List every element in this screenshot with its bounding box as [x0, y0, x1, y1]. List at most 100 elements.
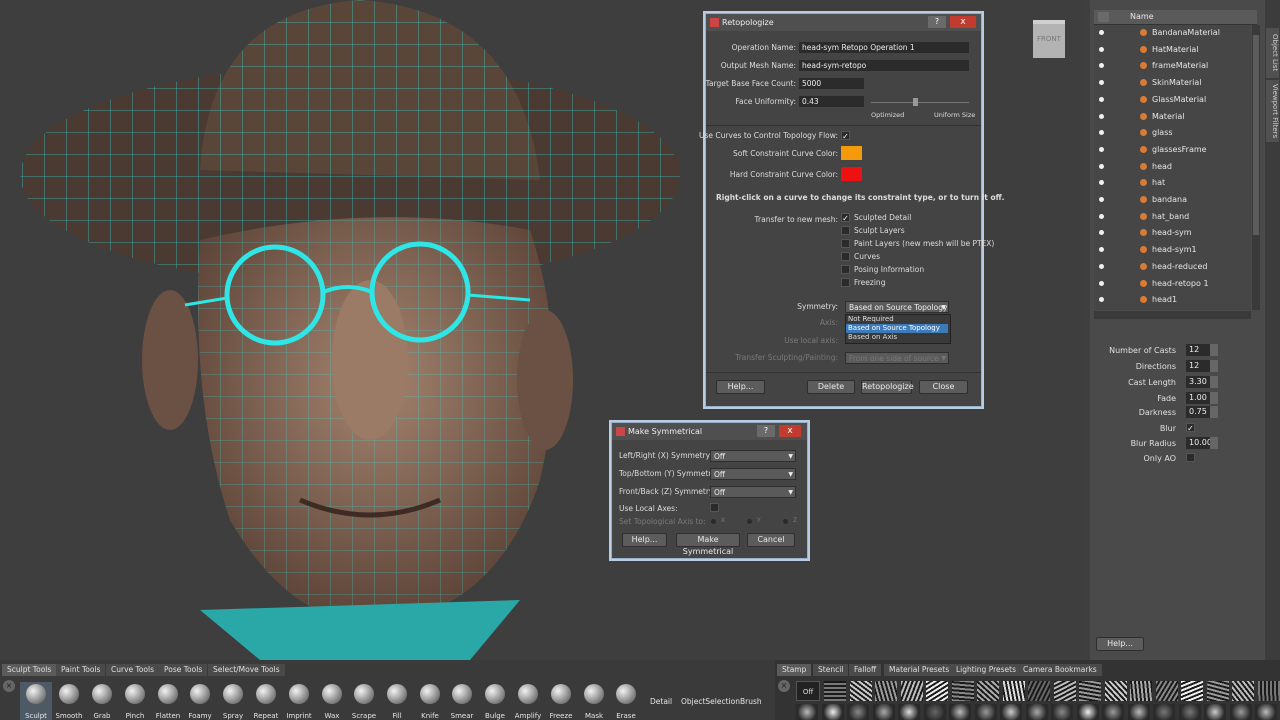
transfer-checkbox[interactable] [841, 239, 850, 248]
symmetry-dropdown[interactable]: Based on Source Topology ▼ [845, 301, 949, 313]
make-symmetrical-button[interactable]: Make Symmetrical [676, 533, 740, 556]
spinner-icon[interactable] [1210, 392, 1218, 404]
outliner-row[interactable]: BandanaMaterial [1094, 25, 1251, 41]
tool-scrape[interactable]: Scrape [348, 682, 380, 720]
stamp-swatch[interactable] [1127, 704, 1150, 720]
tab-pose-tools[interactable]: Pose Tools [159, 664, 208, 676]
close-stamp-icon[interactable]: × [778, 680, 790, 692]
tab-stamp[interactable]: Stamp [777, 664, 812, 676]
stamp-swatch[interactable] [1206, 681, 1229, 701]
tool-flatten[interactable]: Flatten [152, 682, 184, 720]
outliner-list[interactable]: BandanaMaterial HatMaterial frameMaterial S… [1094, 25, 1251, 310]
tab-sculpt-tools[interactable]: Sculpt Tools [2, 664, 57, 676]
outliner-name-column[interactable]: Name [1130, 12, 1154, 21]
symmetry-axis-dropdown[interactable]: Off ▼ [710, 450, 796, 462]
help-button[interactable]: Help... [622, 533, 667, 547]
stamp-swatch[interactable] [1102, 704, 1124, 720]
transfer-option[interactable]: Curves [841, 252, 880, 261]
scrollbar-thumb[interactable] [1253, 35, 1259, 235]
axis-radio[interactable] [747, 519, 752, 524]
stamp-swatch[interactable] [1079, 681, 1101, 701]
retopologize-button[interactable]: Retopologize [861, 380, 914, 394]
visibility-icon[interactable] [1099, 197, 1104, 202]
target-face-input[interactable]: 5000 [799, 78, 864, 89]
stamp-swatch[interactable] [951, 681, 974, 701]
tool-sculpt[interactable]: Sculpt [20, 682, 52, 720]
stamp-swatch[interactable] [926, 681, 948, 701]
stamp-swatch[interactable] [1178, 704, 1201, 720]
tool-smooth[interactable]: Smooth [53, 682, 85, 720]
spinner-icon[interactable] [1210, 344, 1218, 356]
tab-viewport-filters[interactable]: Viewport Filters [1266, 80, 1279, 142]
transfer-option[interactable]: Posing Information [841, 265, 924, 274]
close-icon[interactable]: x [950, 16, 976, 28]
visibility-icon[interactable] [1099, 80, 1104, 86]
axis-radio[interactable] [783, 519, 788, 524]
outliner-row[interactable]: SkinMaterial [1094, 75, 1251, 91]
symmetry-axis-dropdown[interactable]: Off ▼ [710, 468, 796, 480]
object-selection-brush[interactable]: ObjectSelectionBrush [681, 697, 762, 706]
stamp-swatch[interactable] [1002, 681, 1025, 701]
stamp-swatch[interactable] [847, 704, 869, 720]
tool-freeze[interactable]: Freeze [545, 682, 577, 720]
axis-radio[interactable] [711, 519, 716, 524]
visibility-icon[interactable] [1099, 30, 1104, 35]
tool-foamy[interactable]: Foamy [184, 682, 216, 720]
visibility-icon[interactable] [1099, 180, 1104, 186]
stamp-swatch[interactable] [1153, 704, 1175, 720]
spinner-icon[interactable] [1210, 360, 1218, 372]
outliner-row[interactable]: hat [1094, 175, 1251, 191]
stamp-swatch[interactable] [1028, 681, 1050, 701]
local-axes-checkbox[interactable] [710, 503, 719, 512]
stamp-swatch[interactable] [949, 704, 971, 720]
tab-falloff[interactable]: Falloff [849, 664, 882, 676]
visibility-icon[interactable] [1099, 113, 1104, 119]
stamp-swatch[interactable] [872, 704, 895, 720]
symmetry-option[interactable]: Based on Axis [846, 333, 948, 342]
stamp-swatch[interactable] [821, 704, 844, 720]
spinner-icon[interactable] [1210, 406, 1218, 418]
tab-stencil[interactable]: Stencil [813, 664, 849, 676]
visibility-icon[interactable] [1099, 263, 1104, 269]
stamp-swatch[interactable] [875, 681, 897, 701]
outliner-row[interactable]: head [1094, 159, 1251, 175]
cancel-button[interactable]: Cancel [747, 533, 795, 547]
symmetry-option[interactable]: Based on Source Topology [846, 324, 948, 333]
stamp-swatch[interactable] [977, 681, 999, 701]
stamp-swatch[interactable] [849, 681, 872, 701]
use-curves-checkbox[interactable]: ✓ [841, 131, 850, 141]
transfer-option[interactable]: ✓ Sculpted Detail [841, 213, 911, 223]
uniformity-slider[interactable] [871, 98, 969, 106]
transfer-checkbox[interactable] [841, 265, 850, 274]
outliner-row[interactable]: bandana [1094, 192, 1251, 208]
outliner-row[interactable]: hat_band [1094, 209, 1251, 225]
ao-checkbox[interactable]: ✓ [1186, 423, 1195, 433]
tool-amplify[interactable]: Amplify [512, 682, 544, 720]
stamp-swatch[interactable] [898, 704, 920, 720]
ao-checkbox[interactable] [1186, 453, 1195, 462]
transfer-checkbox[interactable] [841, 252, 850, 261]
visibility-icon[interactable] [1099, 63, 1104, 69]
stamp-swatch[interactable] [1076, 704, 1099, 720]
tool-grab[interactable]: Grab [86, 682, 118, 720]
hard-color-swatch[interactable] [841, 167, 862, 181]
tool-spray[interactable]: Spray [217, 682, 249, 720]
outliner-row[interactable]: Material [1094, 109, 1251, 125]
tool-bulge[interactable]: Bulge [479, 682, 511, 720]
outliner-row[interactable]: GlassMaterial [1094, 92, 1251, 108]
stamp-swatch[interactable] [923, 704, 946, 720]
outliner-row[interactable]: HatMaterial [1094, 42, 1251, 58]
view-cube[interactable]: FRONT [1033, 20, 1065, 58]
visibility-icon[interactable] [1099, 130, 1104, 136]
stamp-swatch[interactable] [796, 704, 818, 720]
output-mesh-input[interactable]: head-sym-retopo [799, 60, 969, 71]
stamp-swatch[interactable] [1204, 704, 1226, 720]
stamp-swatch[interactable] [1155, 681, 1178, 701]
outliner-row[interactable]: glassesFrame [1094, 142, 1251, 158]
stamp-swatch[interactable] [1025, 704, 1048, 720]
stamp-swatch[interactable] [824, 681, 846, 701]
visibility-icon[interactable] [1099, 146, 1104, 152]
outliner-row[interactable]: head1 [1094, 292, 1251, 308]
help-button[interactable]: Help... [1096, 637, 1144, 651]
stamp-swatch[interactable] [1051, 704, 1073, 720]
